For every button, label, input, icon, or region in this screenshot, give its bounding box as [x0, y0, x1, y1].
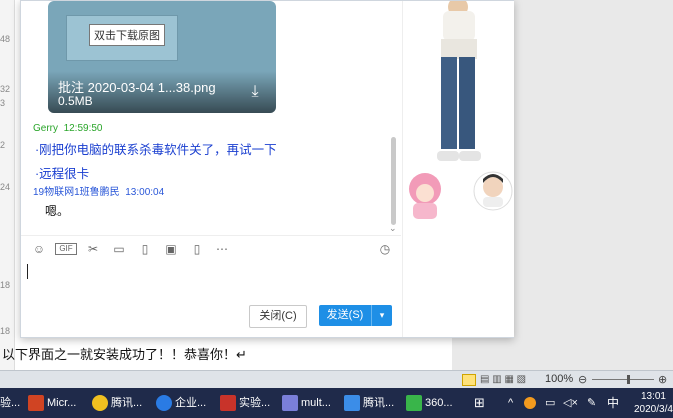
message-input[interactable]	[21, 261, 401, 301]
taskbar-item-label: Micr...	[47, 397, 77, 409]
chat-window: 批注 2020-03-04 1...38.png 0.5MB ⤓ 双击下载原图 …	[20, 0, 514, 338]
document-text-line: 以下界面之一就安装成功了！！恭喜你！↵	[2, 347, 247, 362]
document-gutter: 48 32 3 2 24 18 18	[0, 0, 15, 372]
gutter-number: 18	[0, 280, 11, 290]
tray-icon-orange[interactable]	[524, 388, 539, 418]
message-line: ·刚把你电脑的联系杀毒软件关了，再试一下	[35, 143, 277, 157]
360-icon	[406, 395, 422, 412]
message-time: 12:59:50	[63, 123, 103, 134]
shake-icon[interactable]: ▯	[189, 242, 205, 256]
sender-name: 19物联网1班鲁鹏民	[33, 187, 120, 198]
search-icon	[156, 395, 172, 412]
file-size: 0.5MB	[58, 94, 93, 108]
message-sender: 19物联网1班鲁鹏民 13:00:04	[33, 183, 164, 198]
side-show-panel	[402, 0, 514, 337]
word-status-bar: ▤ ▥ ▦ ▧ 100% ⊖ ⊕	[0, 370, 673, 389]
system-clock[interactable]: 13:01 2020/3/4	[634, 390, 673, 416]
message-text: 嗯。	[45, 204, 70, 218]
message-area[interactable]: 批注 2020-03-04 1...38.png 0.5MB ⤓ 双击下载原图 …	[21, 1, 401, 233]
message-scrollbar[interactable]	[391, 137, 396, 225]
scissors-icon[interactable]: ✂	[85, 242, 101, 256]
close-button[interactable]: 关闭(C)	[249, 305, 307, 328]
message-sender: Gerry 12:59:50	[33, 123, 103, 134]
image-icon[interactable]: ▣	[163, 242, 179, 256]
taskbar-item[interactable]: Micr...	[28, 388, 76, 418]
pdf-icon	[220, 395, 236, 412]
input-language[interactable]: 中	[607, 388, 619, 418]
windows-taskbar: 验... Micr... 腾讯... 企业... 实验... mult... 腾…	[0, 388, 673, 418]
taskbar-item-label: 腾讯...	[363, 397, 395, 409]
avatar-show-illustration	[409, 0, 513, 219]
text-caret	[27, 264, 28, 279]
taskbar-item[interactable]: mult...	[282, 388, 331, 418]
taskbar-item[interactable]: 验...	[0, 388, 20, 418]
print-layout-icon[interactable]	[462, 374, 476, 386]
taskbar-item-label: 实验...	[239, 397, 271, 409]
smile-icon[interactable]: ☺	[31, 242, 47, 256]
taskbar-item-label: 企业...	[175, 397, 207, 409]
volume-icon[interactable]: ◁×	[563, 388, 578, 418]
taskbar-item-label: 腾讯...	[111, 397, 143, 409]
download-tooltip: 双击下载原图	[89, 24, 165, 46]
tray-chevron-up-icon[interactable]: ^	[508, 388, 513, 418]
taskbar-item-label: 验...	[0, 397, 21, 409]
zoom-slider-thumb[interactable]	[627, 375, 630, 384]
folder-icon[interactable]: ▭	[111, 242, 127, 256]
zoom-slider[interactable]	[592, 379, 654, 380]
message-text: 远程很卡	[39, 167, 90, 181]
taskbar-item-label: mult...	[301, 397, 331, 409]
send-options-chevron-down-icon[interactable]: ▾	[371, 305, 392, 326]
app-tray-icon	[524, 397, 536, 410]
taskbar-item-label: 360...	[425, 397, 453, 409]
multisim-icon	[282, 395, 298, 412]
sender-name: Gerry	[33, 123, 58, 134]
clock-time: 13:01	[640, 391, 666, 402]
gutter-number: 18	[0, 326, 11, 336]
powerpoint-icon	[28, 395, 44, 412]
gutter-number: 3	[0, 98, 6, 108]
history-icon[interactable]: ◷	[377, 242, 393, 256]
keyboard-icon[interactable]: ⊞	[474, 388, 485, 418]
gutter-number: 24	[0, 182, 11, 192]
gif-icon[interactable]: GIF	[55, 243, 77, 255]
gutter-number: 32	[0, 84, 11, 94]
download-icon[interactable]: ⤓	[246, 83, 264, 101]
gutter-number: 48	[0, 34, 11, 44]
message-time: 13:00:04	[125, 187, 165, 198]
file-icon[interactable]: ▯	[137, 242, 153, 256]
network-icon[interactable]: ▭	[545, 388, 555, 418]
zoom-in-icon[interactable]: ⊕	[658, 373, 667, 386]
input-toolbar: ☺ GIF ✂ ▭ ▯ ▣ ▯ ⋯ ◷	[21, 235, 401, 262]
pen-icon[interactable]: ✎	[587, 388, 596, 418]
zoom-out-icon[interactable]: ⊖	[578, 373, 587, 386]
qq-icon	[92, 395, 108, 412]
taskbar-item[interactable]: 腾讯...	[92, 388, 142, 418]
message-line: ·远程很卡	[35, 167, 90, 181]
taskbar-item[interactable]: 腾讯...	[344, 388, 394, 418]
image-attachment[interactable]: 批注 2020-03-04 1...38.png 0.5MB ⤓	[48, 1, 276, 113]
more-icon[interactable]: ⋯	[214, 242, 230, 256]
scroll-down-icon[interactable]: ⌄	[389, 223, 397, 233]
send-button[interactable]: 发送(S)	[319, 305, 371, 326]
taskbar-item[interactable]: 企业...	[156, 388, 206, 418]
zoom-level: 100%	[545, 373, 574, 385]
view-mode-icons[interactable]: ▤ ▥ ▦ ▧	[480, 374, 526, 385]
message-text: 刚把你电脑的联系杀毒软件关了，再试一下	[39, 143, 277, 157]
gutter-number: 2	[0, 140, 6, 150]
taskbar-item[interactable]: 实验...	[220, 388, 270, 418]
tencent-meeting-icon	[344, 395, 360, 412]
clock-date: 2020/3/4	[634, 404, 673, 415]
taskbar-item[interactable]: 360...	[406, 388, 453, 418]
